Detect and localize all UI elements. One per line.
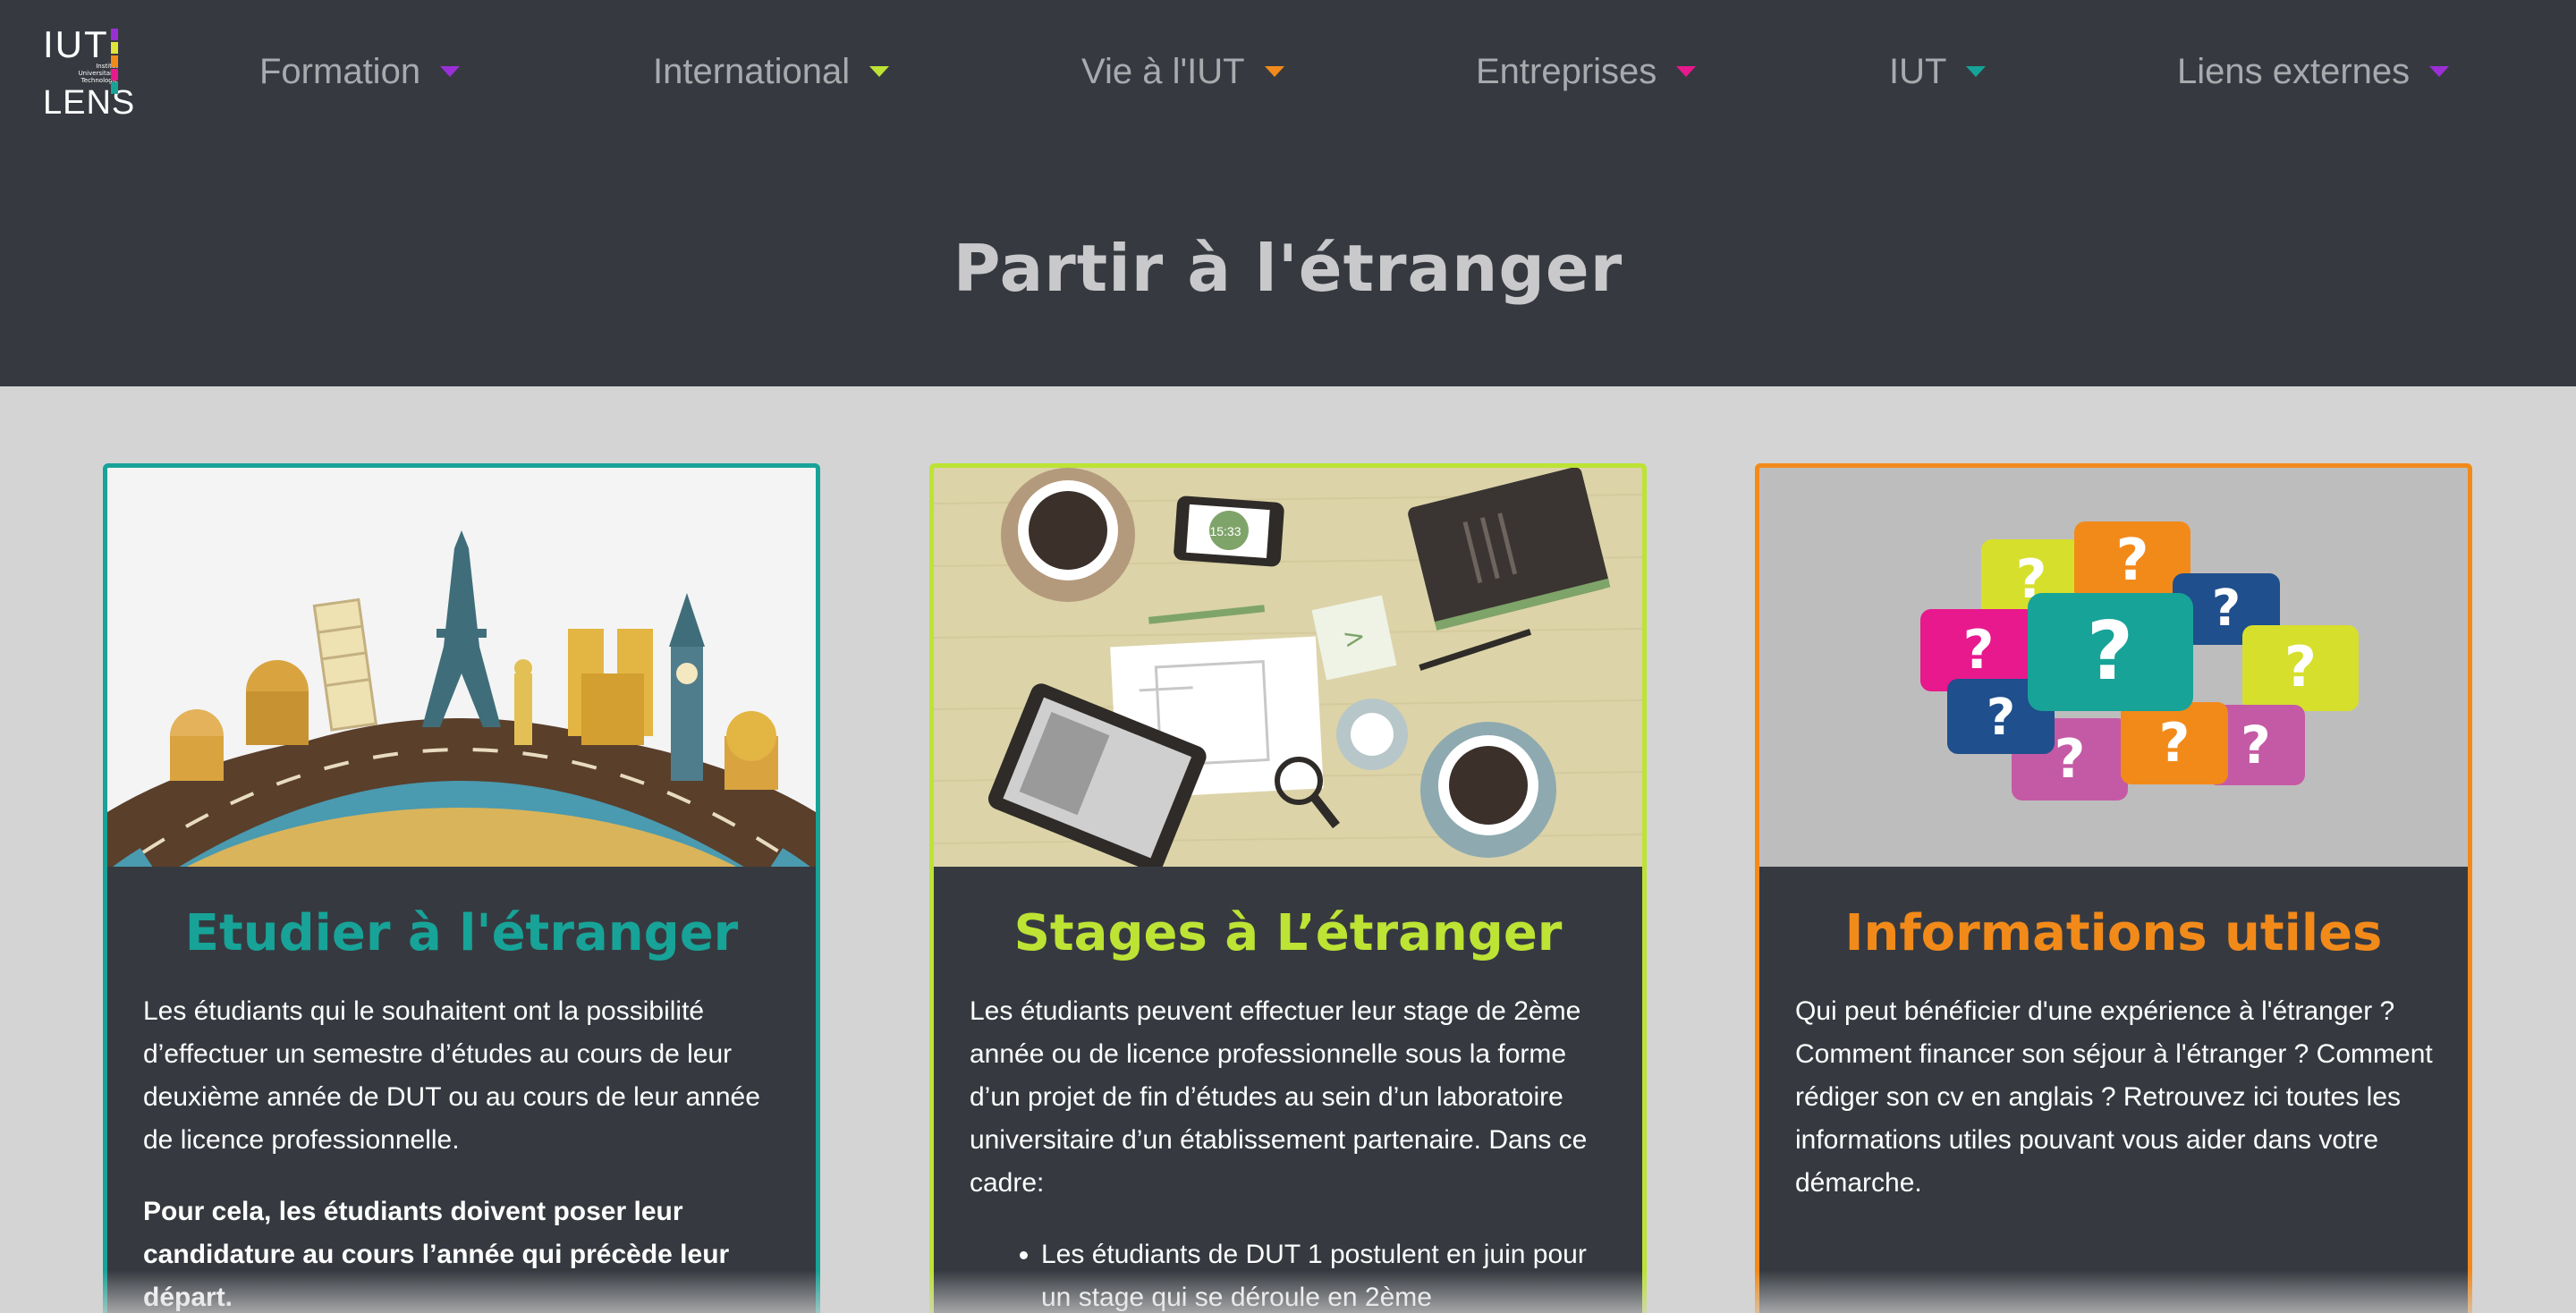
bubble-symbol: ? bbox=[2055, 728, 2086, 791]
list-item: Les étudiants de DUT 1 postulent en juin… bbox=[1041, 1233, 1610, 1313]
caret-down-icon bbox=[1966, 66, 1987, 77]
nav-item-international[interactable]: International bbox=[653, 50, 890, 93]
nav-item-entreprises[interactable]: Entreprises bbox=[1476, 50, 1697, 93]
nav-item-vie-iut[interactable]: Vie à l'IUT bbox=[1081, 50, 1284, 93]
card-paragraph: Les étudiants qui le souhaitent ont la p… bbox=[143, 996, 760, 1155]
iut-lens-logo[interactable]: IUT Institut Universitaire Technologie L… bbox=[39, 23, 134, 123]
nav-label: Entreprises bbox=[1476, 51, 1657, 91]
card-paragraph: Les étudiants peuvent effectuer leur sta… bbox=[970, 996, 1588, 1198]
logo-subtitle: Institut Universitaire Technologie bbox=[78, 63, 118, 84]
logo-color-bar bbox=[111, 29, 118, 100]
card-informations[interactable]: ? ? ? ? ? ? ? ? ? ? Informations utiles … bbox=[1755, 463, 2472, 1313]
caret-down-icon bbox=[1676, 66, 1697, 77]
bubble-symbol: ? bbox=[2241, 715, 2271, 775]
nav-item-iut[interactable]: IUT bbox=[1889, 50, 1987, 93]
bubble-symbol: ? bbox=[2087, 605, 2133, 699]
caret-down-icon bbox=[1264, 66, 1284, 77]
nav-label: Formation bbox=[259, 51, 421, 91]
world-landmarks-illustration bbox=[107, 468, 816, 867]
bubble-symbol: ? bbox=[1987, 689, 2015, 747]
bubble-symbol: ? bbox=[1963, 619, 1995, 682]
nav-label: Vie à l'IUT bbox=[1081, 51, 1245, 91]
logo-iut-text: IUT bbox=[43, 23, 109, 65]
nav-label: International bbox=[653, 51, 851, 91]
page-title: Partir à l'étranger bbox=[953, 231, 1623, 306]
nav-item-formation[interactable]: Formation bbox=[259, 50, 461, 93]
caret-down-icon bbox=[2429, 66, 2450, 77]
card-list: Les étudiants de DUT 1 postulent en juin… bbox=[970, 1233, 1610, 1313]
card-body: Les étudiants peuvent effectuer leur sta… bbox=[970, 990, 1610, 1313]
nav-label: IUT bbox=[1889, 51, 1947, 91]
site-header: IUT Institut Universitaire Technologie L… bbox=[0, 0, 2576, 386]
caret-down-icon bbox=[440, 66, 461, 77]
bubble-symbol: ? bbox=[2115, 528, 2148, 594]
phone-time: 15:33 bbox=[1209, 524, 1241, 538]
bubble-symbol: ? bbox=[2212, 580, 2241, 638]
card-bold-paragraph: Pour cela, les étudiants doivent poser l… bbox=[143, 1197, 730, 1312]
nav-item-liens-externes[interactable]: Liens externes bbox=[2177, 50, 2450, 93]
card-etudier[interactable]: Etudier à l'étranger Les étudiants qui l… bbox=[103, 463, 820, 1313]
card-title[interactable]: Informations utiles bbox=[1759, 904, 2468, 962]
desk-workspace-illustration: 15:33 > bbox=[934, 468, 1642, 867]
bubble-symbol: ? bbox=[2284, 634, 2317, 699]
card-body: Qui peut bénéficier d'une expérience à l… bbox=[1795, 990, 2436, 1233]
card-stages[interactable]: 15:33 > Stages à L’étranger Les étudiant… bbox=[929, 463, 1647, 1313]
question-bubbles-illustration: ? ? ? ? ? ? ? ? ? ? bbox=[1759, 468, 2468, 867]
card-body: Les étudiants qui le souhaitent ont la p… bbox=[143, 990, 784, 1313]
bubble-symbol: ? bbox=[2159, 712, 2190, 775]
card-title[interactable]: Stages à L’étranger bbox=[934, 904, 1642, 962]
card-paragraph: Qui peut bénéficier d'une expérience à l… bbox=[1795, 996, 2433, 1198]
nav-label: Liens externes bbox=[2177, 51, 2411, 91]
card-title[interactable]: Etudier à l'étranger bbox=[107, 904, 816, 962]
caret-down-icon bbox=[869, 66, 890, 77]
logo-lens-text: LENS bbox=[43, 84, 136, 122]
